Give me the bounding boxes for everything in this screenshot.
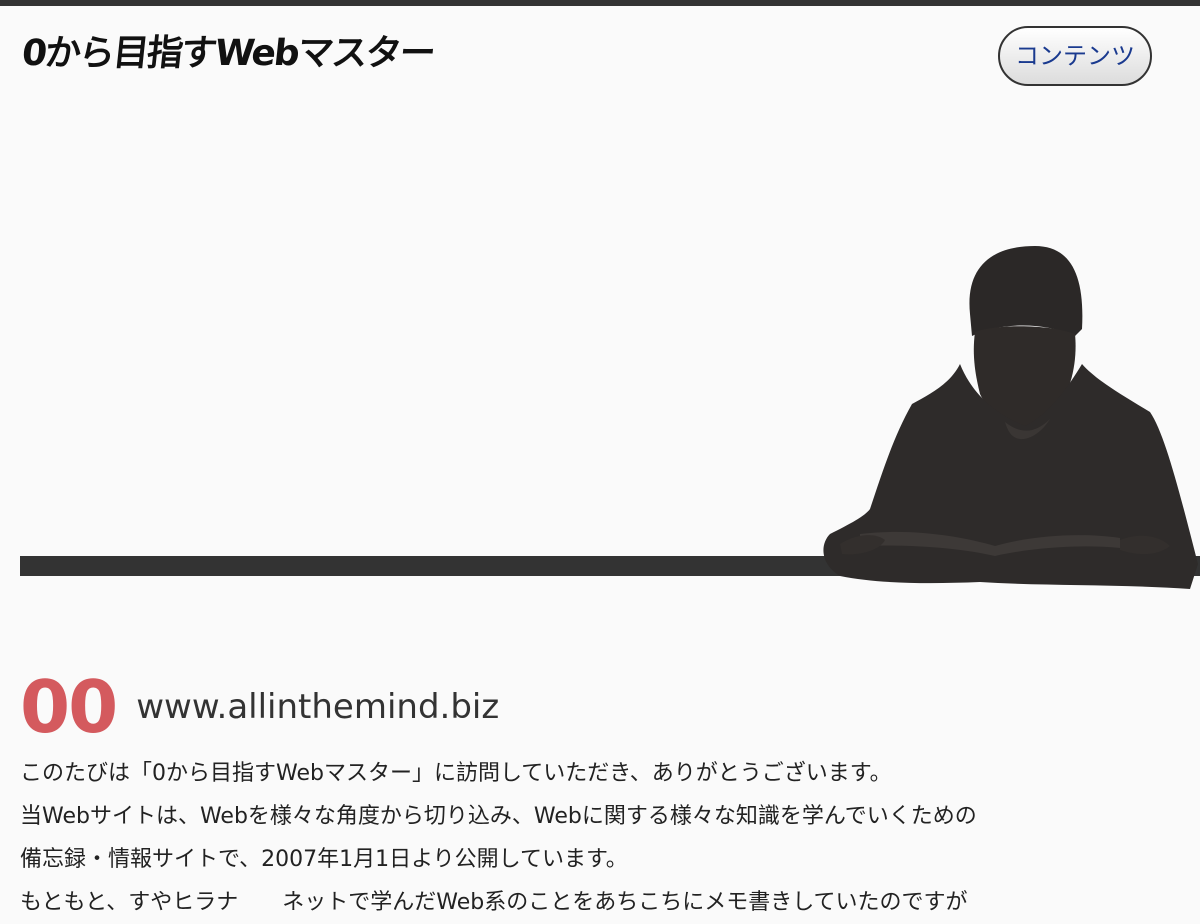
intro-text: このたびは「0から目指すWebマスター」に訪問していただき、ありがとうございます…	[20, 752, 1180, 924]
reader-illustration-icon	[823, 246, 1198, 589]
section-heading: 00 www.allinthemind.biz	[20, 662, 499, 752]
intro-line: このたびは「0から目指すWebマスター」に訪問していただき、ありがとうございます…	[20, 761, 892, 786]
top-border	[0, 0, 1200, 6]
contents-button[interactable]: コンテンツ	[998, 26, 1152, 86]
intro-line: もともと、すやヒラナ ネットで学んだWeb系のことをあちこちにメモ書きしていたの…	[20, 890, 968, 915]
section-title: www.allinthemind.biz	[136, 687, 500, 727]
intro-line: 備忘録・情報サイトで、2007年1月1日より公開しています。	[20, 847, 628, 872]
hero-banner	[0, 100, 1200, 600]
site-logo[interactable]: 0から目指すWebマスター	[19, 30, 436, 78]
intro-line: 当Webサイトは、Webを様々な角度から切り込み、Webに関する様々な知識を学ん…	[20, 804, 977, 829]
section-number: 00	[20, 665, 118, 749]
